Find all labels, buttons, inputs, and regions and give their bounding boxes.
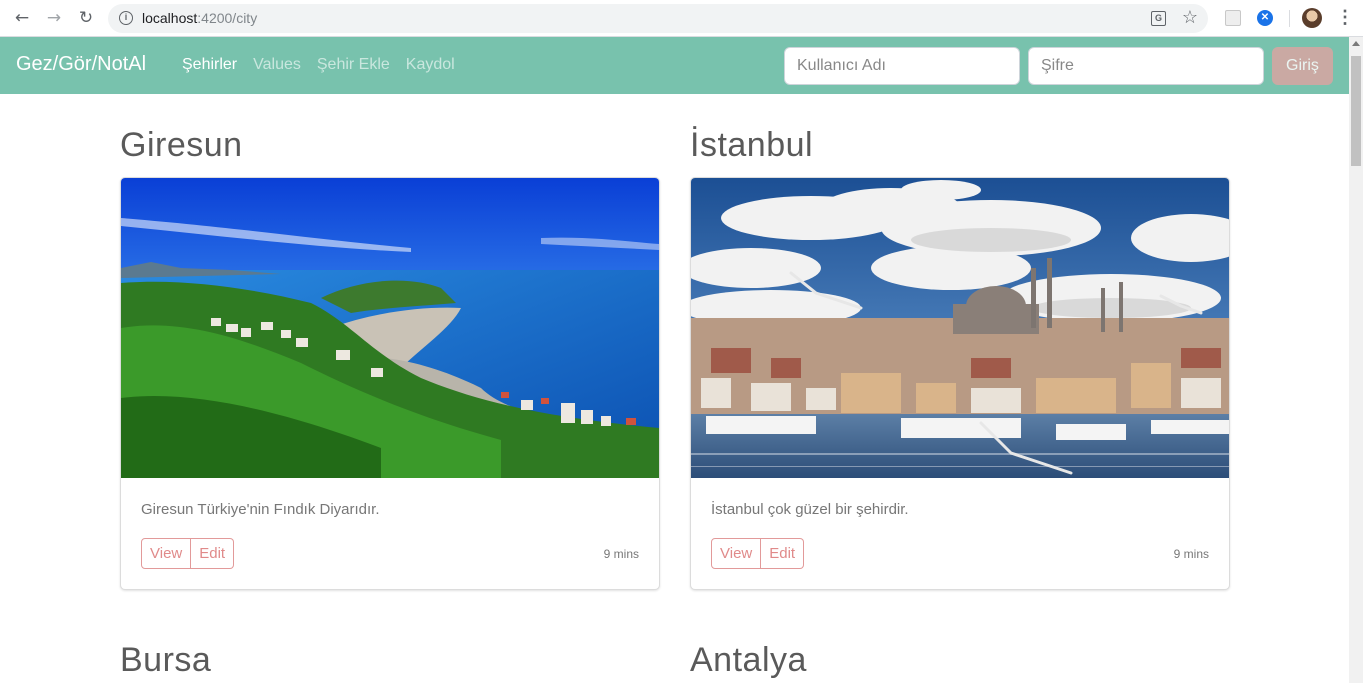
extension-icon[interactable]: [1225, 10, 1241, 26]
nav-links: Şehirler Values Şehir Ekle Kaydol: [182, 56, 455, 74]
card-timestamp: 9 mins: [603, 547, 639, 561]
profile-avatar[interactable]: [1302, 8, 1322, 28]
city-title: Giresun: [120, 126, 243, 164]
login-button[interactable]: Giriş: [1272, 47, 1333, 85]
city-item: Giresun Giresun Türkiye'nin Fındık Diyar…: [120, 122, 660, 590]
reload-icon[interactable]: ↻: [76, 8, 96, 28]
nav-link-values[interactable]: Values: [253, 56, 301, 74]
brand-logo[interactable]: Gez/Gör/NotAl: [16, 53, 146, 76]
card-actions: View Edit: [141, 538, 235, 569]
toolbar-divider: [1289, 10, 1290, 27]
username-input[interactable]: [784, 47, 1020, 85]
card-timestamp: 9 mins: [1173, 547, 1209, 561]
view-button[interactable]: View: [711, 538, 762, 569]
city-title: İstanbul: [690, 126, 814, 164]
edit-button[interactable]: Edit: [191, 538, 235, 569]
url-host: localhost: [142, 10, 198, 26]
city-title: Bursa: [120, 641, 212, 679]
translate-icon[interactable]: G: [1151, 11, 1166, 26]
city-list: Giresun Giresun Türkiye'nin Fındık Diyar…: [0, 94, 1349, 683]
city-card: Giresun Türkiye'nin Fındık Diyarıdır. Vi…: [120, 177, 660, 590]
scrollbar-thumb[interactable]: [1351, 56, 1361, 166]
city-description: Giresun Türkiye'nin Fındık Diyarıdır.: [141, 501, 380, 518]
city-item: İstanbul İstanbul çok güzel bir şehirdir…: [690, 122, 1230, 590]
kebab-menu-icon[interactable]: ⋮: [1336, 7, 1354, 27]
city-image: [691, 178, 1229, 478]
card-actions: View Edit: [711, 538, 805, 569]
app-navbar: Gez/Gör/NotAl Şehirler Values Şehir Ekle…: [0, 37, 1349, 94]
password-input[interactable]: [1028, 47, 1264, 85]
city-item: Antalya: [690, 637, 1230, 683]
city-item: Bursa: [120, 637, 660, 683]
browser-toolbar: ← → ↻ i localhost:4200/city G ☆ ✕ ⋮: [0, 0, 1363, 37]
edit-button[interactable]: Edit: [761, 538, 805, 569]
view-button[interactable]: View: [141, 538, 192, 569]
scroll-up-arrow-icon[interactable]: [1352, 41, 1360, 46]
city-description: İstanbul çok güzel bir şehirdir.: [711, 501, 909, 518]
city-title: Antalya: [690, 641, 807, 679]
nav-link-kaydol[interactable]: Kaydol: [406, 56, 455, 74]
url-path: :4200/city: [197, 10, 258, 26]
page-scrollbar[interactable]: [1349, 37, 1363, 683]
star-icon[interactable]: ☆: [1182, 7, 1198, 28]
nav-link-sehirler[interactable]: Şehirler: [182, 56, 237, 74]
vpn-extension-icon[interactable]: ✕: [1257, 10, 1273, 26]
info-icon[interactable]: i: [119, 11, 133, 25]
back-arrow-icon[interactable]: ←: [12, 8, 32, 28]
nav-link-sehir-ekle[interactable]: Şehir Ekle: [317, 56, 390, 74]
address-bar[interactable]: i localhost:4200/city G ☆: [108, 4, 1208, 33]
url-text[interactable]: localhost:4200/city: [142, 10, 257, 26]
forward-arrow-icon[interactable]: →: [44, 8, 64, 28]
city-card: İstanbul çok güzel bir şehirdir. View Ed…: [690, 177, 1230, 590]
city-image: [121, 178, 659, 478]
